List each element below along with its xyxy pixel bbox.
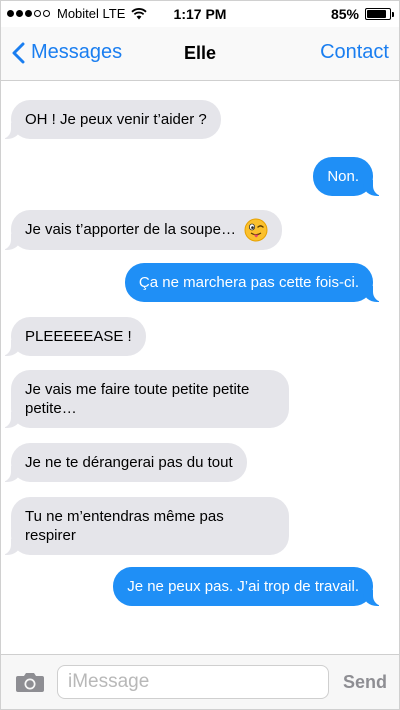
message-thread[interactable]: OH ! Je peux venir t’aider ? Non. Je vai… bbox=[0, 81, 399, 653]
status-bar: Mobitel LTE 1:17 PM 85% bbox=[1, 1, 399, 27]
message-bubble-incoming: Je vais me faire toute petite petite pet… bbox=[1, 370, 289, 428]
phone-screen: Mobitel LTE 1:17 PM 85% Messages Elle Co… bbox=[0, 0, 400, 710]
navigation-bar: Messages Elle Contact bbox=[1, 27, 399, 81]
back-button[interactable]: Messages bbox=[11, 41, 122, 64]
message-text: Non. bbox=[327, 168, 359, 185]
back-button-label: Messages bbox=[31, 41, 123, 63]
message-bubble-outgoing: Non. bbox=[313, 157, 383, 196]
message-text: PLEEEEEASE ! bbox=[25, 328, 132, 345]
message-text: Je ne te dérangerai pas du tout bbox=[25, 454, 233, 471]
message-text: Ça ne marchera pas cette fois-ci. bbox=[138, 274, 359, 291]
message-bubble-incoming: Tu ne m’entendras même pas respirer bbox=[1, 497, 289, 555]
message-input[interactable] bbox=[57, 665, 329, 699]
contact-button[interactable]: Contact bbox=[320, 41, 389, 64]
message-bubble-incoming: PLEEEEEASE ! bbox=[1, 317, 146, 356]
winking-tongue-emoji-icon bbox=[244, 218, 268, 242]
message-bubble-incoming: Je ne te dérangerai pas du tout bbox=[1, 443, 247, 482]
message-text: Je vais me faire toute petite petite pet… bbox=[25, 381, 250, 417]
send-button[interactable]: Send bbox=[343, 672, 387, 693]
message-text: Je vais t’apporter de la soupe… bbox=[25, 220, 236, 238]
message-bubble-outgoing: Ça ne marchera pas cette fois-ci. bbox=[124, 263, 384, 302]
camera-icon[interactable] bbox=[15, 670, 45, 694]
battery-percent: 85% bbox=[330, 6, 359, 22]
message-bubble-incoming: Je vais t’apporter de la soupe… bbox=[0, 210, 283, 250]
message-text: OH ! Je peux venir t’aider ? bbox=[25, 111, 207, 128]
chevron-left-icon bbox=[12, 42, 25, 63]
status-right: 85% bbox=[330, 6, 394, 22]
message-bubble-incoming: OH ! Je peux venir t’aider ? bbox=[1, 100, 221, 139]
battery-level-fill bbox=[367, 10, 386, 18]
message-text: Tu ne m’entendras même pas respirer bbox=[25, 508, 224, 544]
battery-icon bbox=[365, 8, 394, 20]
compose-bar: Send bbox=[1, 654, 399, 709]
message-text: Je ne peux pas. J’ai trop de travail. bbox=[127, 578, 359, 595]
message-bubble-outgoing: Je ne peux pas. J’ai trop de travail. bbox=[113, 567, 383, 606]
